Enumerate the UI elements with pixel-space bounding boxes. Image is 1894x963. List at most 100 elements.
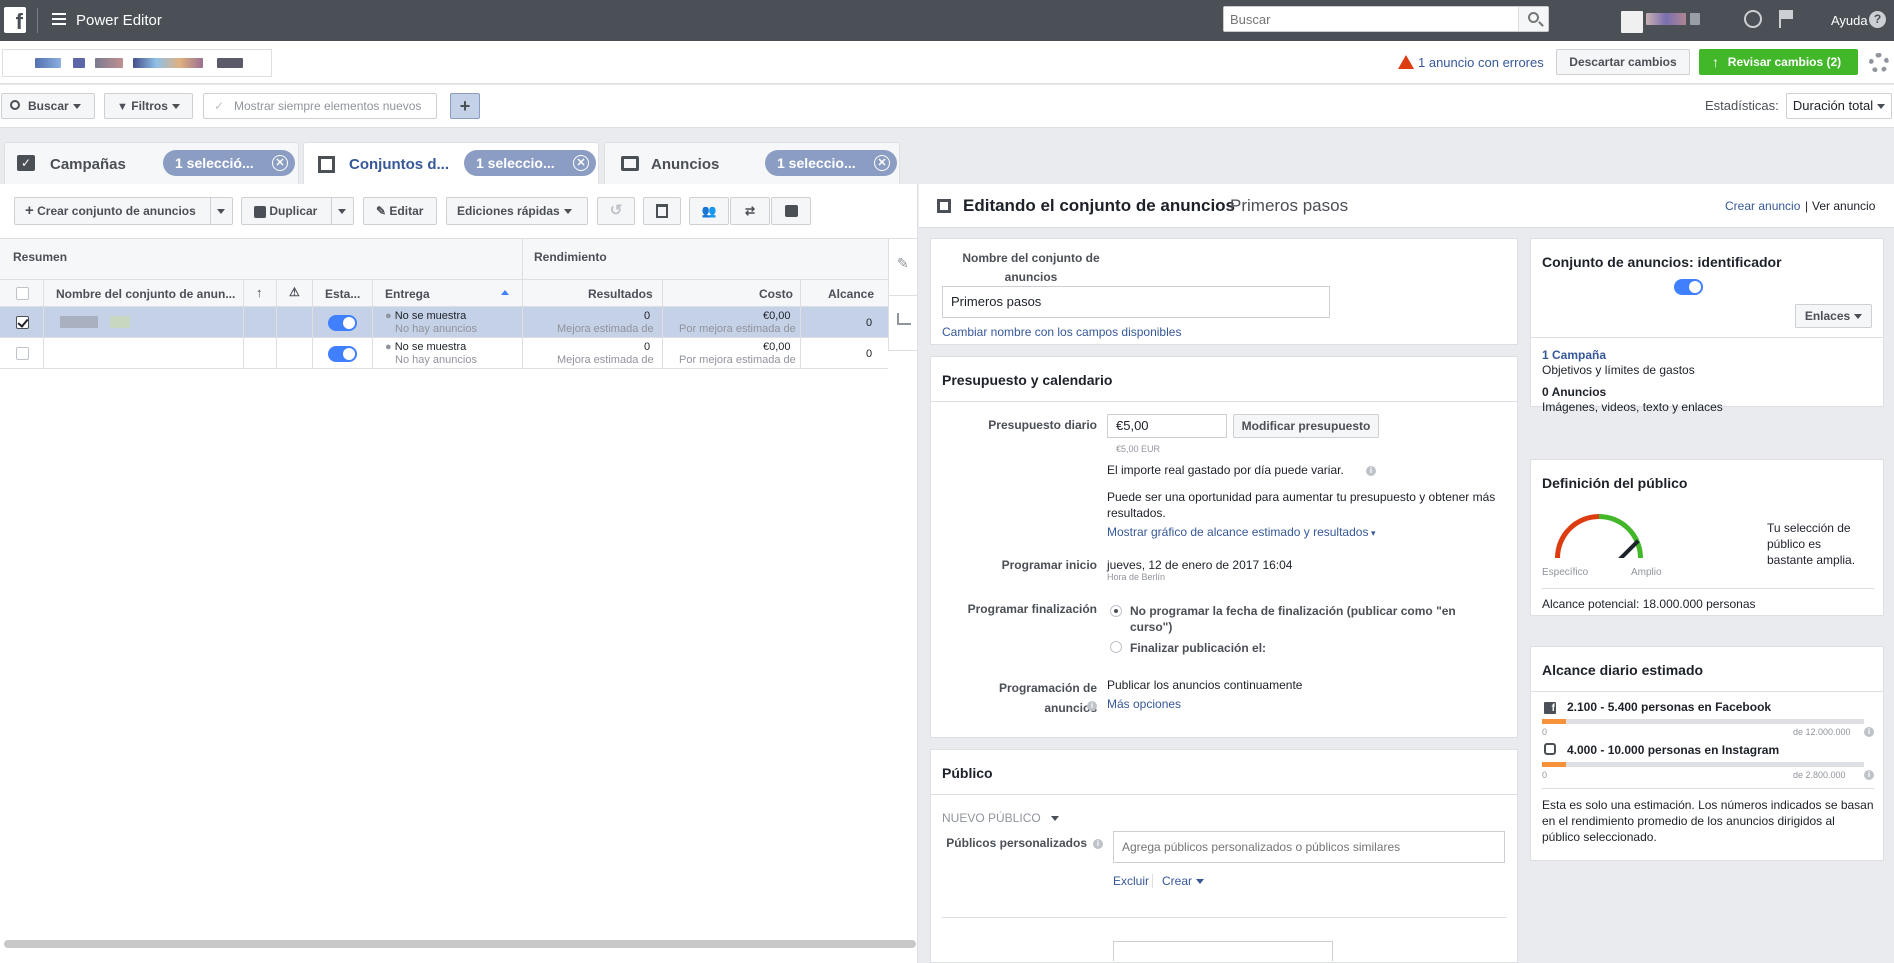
search-input[interactable]	[1224, 7, 1514, 31]
adset-status-toggle[interactable]	[1674, 279, 1703, 295]
export-button[interactable]: ⇄	[730, 197, 770, 225]
add-filter-button[interactable]: +	[450, 93, 480, 119]
account-selector[interactable]	[2, 49, 272, 77]
divider	[243, 307, 244, 338]
undo-button[interactable]: ↺	[597, 197, 635, 225]
audience-tool-button[interactable]: 👥	[689, 197, 729, 225]
column-name[interactable]: Nombre del conjunto de anun...	[56, 287, 235, 301]
profile-avatar[interactable]	[1621, 11, 1643, 33]
adset-name-redacted[interactable]	[60, 316, 98, 328]
create-ad-link[interactable]: Crear anuncio	[1725, 199, 1800, 213]
top-bar: f Power Editor Ayuda ?	[0, 0, 1894, 41]
discard-changes-button[interactable]: Descartar cambios	[1556, 49, 1690, 75]
more-options-link[interactable]: Más opciones	[1107, 697, 1181, 711]
campaign-link[interactable]: 1 Campaña	[1542, 348, 1606, 362]
column-reach[interactable]: Alcance	[828, 287, 874, 301]
help-label[interactable]: Ayuda	[1831, 13, 1868, 28]
modify-budget-button[interactable]: Modificar presupuesto	[1233, 414, 1379, 438]
review-changes-button[interactable]: ↑ Revisar cambios (2)	[1699, 49, 1858, 75]
show-new-items-label: Mostrar siempre elementos nuevos	[234, 99, 422, 113]
profile-name[interactable]	[1646, 13, 1686, 25]
schedule-timezone: Hora de Berlín	[1107, 572, 1166, 582]
facebook-logo-icon[interactable]: f	[4, 7, 26, 34]
close-icon[interactable]: ✕	[272, 155, 288, 171]
tab-ads[interactable]: Anuncios 1 seleccio... ✕	[604, 142, 900, 185]
status-toggle[interactable]	[328, 315, 357, 331]
statistics-dropdown[interactable]: Duración total	[1786, 93, 1892, 119]
custom-audiences-input[interactable]	[1113, 831, 1505, 863]
duplicate-button[interactable]: Duplicar	[241, 197, 354, 225]
pencil-icon[interactable]: ✎	[897, 255, 909, 272]
create-options-dropdown[interactable]	[210, 198, 232, 224]
adsets-selection-pill[interactable]: 1 seleccio... ✕	[464, 150, 596, 176]
search-dropdown[interactable]: Buscar	[1, 93, 95, 119]
table-row[interactable]: ● No se muestra No hay anuncios 0 Mejora…	[0, 307, 888, 338]
delete-button[interactable]	[643, 197, 681, 225]
warning-icon[interactable]: ⚠	[289, 285, 300, 299]
end-date-radio[interactable]	[1110, 641, 1122, 653]
links-dropdown[interactable]: Enlaces	[1795, 304, 1872, 328]
exclude-link[interactable]: Excluir	[1113, 874, 1149, 888]
info-icon[interactable]: i	[1366, 466, 1376, 476]
column-results[interactable]: Resultados	[588, 287, 653, 301]
schedule-start-value[interactable]: jueves, 12 de enero de 2017 16:04	[1107, 558, 1292, 572]
quick-edits-dropdown[interactable]: Ediciones rápidas	[446, 197, 588, 225]
row-checkbox[interactable]	[16, 316, 29, 329]
close-icon[interactable]: ✕	[874, 155, 890, 171]
ads-sub: Imágenes, videos, texto y enlaces	[1542, 400, 1723, 414]
edit-button[interactable]: ✎ Editar	[363, 197, 437, 225]
tab-campaigns[interactable]: ✓ Campañas 1 selecció... ✕	[4, 142, 299, 185]
editor-header: Editando el conjunto de anuncios Primero…	[919, 184, 1894, 228]
info-icon[interactable]: i	[1087, 701, 1097, 711]
no-end-date-radio[interactable]	[1110, 605, 1122, 617]
menu-icon[interactable]	[52, 13, 66, 25]
create-adset-button[interactable]: + Crear conjunto de anuncios	[14, 197, 233, 225]
close-icon[interactable]: ✕	[573, 155, 589, 171]
search-button[interactable]	[1518, 7, 1548, 31]
row-checkbox[interactable]	[16, 347, 29, 360]
notes-button[interactable]	[771, 197, 811, 225]
errors-link[interactable]: 1 anuncio con errores	[1418, 55, 1544, 70]
info-icon[interactable]: i	[1864, 770, 1874, 780]
create-audience-dropdown[interactable]: Crear	[1162, 874, 1205, 888]
info-icon[interactable]: i	[1864, 727, 1874, 737]
new-audience-dropdown[interactable]: NUEVO PÚBLICO	[942, 811, 1059, 825]
tab-adsets[interactable]: Conjuntos d... 1 seleccio... ✕	[303, 142, 599, 186]
chevron-down-icon	[1196, 879, 1205, 885]
flag-icon[interactable]	[1779, 10, 1793, 28]
help-icon[interactable]: ?	[1869, 11, 1886, 28]
results-value: 0	[644, 341, 651, 353]
profile-flag-icon	[1690, 13, 1700, 25]
daily-budget-input[interactable]: €5,00	[1107, 414, 1227, 438]
divider	[1542, 588, 1874, 589]
show-chart-link[interactable]: Mostrar gráfico de alcance estimado y re…	[1107, 525, 1376, 539]
show-new-items-toggle[interactable]: ✓ Mostrar siempre elementos nuevos	[203, 93, 437, 119]
rename-link[interactable]: Cambiar nombre con los campos disponible…	[942, 325, 1181, 339]
sort-up-icon[interactable]: ↑	[256, 285, 263, 300]
sort-asc-icon[interactable]	[501, 290, 509, 295]
column-cost[interactable]: Costo	[759, 287, 793, 301]
column-delivery[interactable]: Entrega	[385, 287, 430, 301]
no-end-date-label[interactable]: No programar la fecha de finalización (p…	[1130, 603, 1490, 635]
ads-selection-pill[interactable]: 1 seleccio... ✕	[765, 150, 897, 176]
table-row[interactable]: ● No se muestra No hay anuncios 0 Mejora…	[0, 338, 888, 369]
view-ad-link[interactable]: Ver anuncio	[1812, 199, 1875, 213]
duplicate-options-dropdown[interactable]	[331, 198, 353, 224]
status-toggle[interactable]	[328, 346, 357, 362]
campaigns-selection-pill[interactable]: 1 selecció... ✕	[163, 150, 295, 176]
chevron-down-icon	[72, 104, 81, 110]
next-field-input[interactable]	[1113, 941, 1333, 961]
chart-icon[interactable]	[897, 313, 911, 325]
globe-icon[interactable]	[1744, 10, 1762, 28]
gear-icon[interactable]	[1869, 53, 1889, 73]
column-status[interactable]: Esta...	[325, 287, 360, 301]
filters-dropdown[interactable]: ▼ Filtros	[104, 93, 193, 119]
info-icon[interactable]: i	[1093, 839, 1103, 849]
estimate-note: Esta es solo una estimación. Los números…	[1542, 798, 1874, 844]
end-date-label[interactable]: Finalizar publicación el:	[1130, 641, 1266, 655]
delivery-substatus: No hay anuncios	[395, 354, 477, 366]
select-all-checkbox[interactable]	[16, 287, 29, 300]
reach-value: 0	[866, 348, 873, 360]
horizontal-scrollbar[interactable]	[4, 940, 916, 948]
adset-name-input[interactable]: Primeros pasos	[942, 286, 1330, 318]
